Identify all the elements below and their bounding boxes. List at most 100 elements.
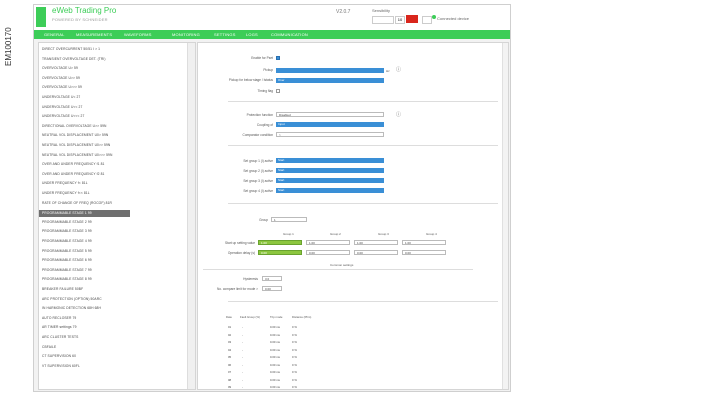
settings-panel: Enable for Pset Pickup Hz ⓘ Pickup for b…	[197, 42, 509, 390]
tree-item[interactable]: UNDER FREQUENCY f< 81L	[42, 181, 88, 188]
row1-cell[interactable]: 1.00	[402, 240, 446, 245]
grp4-bar[interactable]: Start	[276, 188, 384, 193]
section-label: Common settings	[330, 263, 354, 267]
menu-measurements[interactable]: MEASUREMENTS	[76, 32, 112, 37]
tree-item[interactable]: OVERVOLTAGE U> 59	[42, 66, 78, 73]
grp2-bar[interactable]: Start	[276, 168, 384, 173]
tree-item[interactable]: NEUTRAL VOL DISPLACEMENT U0>> 59N	[42, 143, 110, 150]
table-cell: 0.00 ms	[270, 377, 280, 382]
tree-item[interactable]: PROGRAMMABLE STAGE 4 99	[42, 239, 92, 246]
enable-label: Enable for Pset	[251, 56, 273, 60]
tree-item[interactable]: OVER AND UNDER FREQUENCY f2 81	[42, 172, 104, 179]
pt-bar[interactable]: Over	[276, 78, 384, 83]
pickup-info-icon[interactable]: ⓘ	[396, 66, 401, 73]
table-cell: 0 %	[292, 325, 297, 329]
table-cell: -	[242, 347, 243, 352]
prot-func-dropdown[interactable]: Disabled	[276, 112, 384, 117]
menu-communication[interactable]: COMMUNICATION	[271, 32, 308, 37]
grp1-bar[interactable]: Start	[276, 158, 384, 163]
tree-item[interactable]: CT SUPERVISION 60	[42, 354, 76, 361]
tree-item[interactable]: PROGRAMMABLE STAGE 1 99	[39, 210, 130, 218]
table-cell: 06	[228, 362, 232, 367]
row1-cell[interactable]: 1.00	[306, 240, 350, 245]
row2-cell[interactable]: 0.00	[354, 250, 398, 255]
table-cell: -	[242, 340, 243, 344]
row2-cell[interactable]: 0.00	[306, 250, 350, 255]
tree-item[interactable]: OVERVOLTAGE U>> 59	[42, 76, 80, 83]
tree-item[interactable]: TRANSIENT OVERVOLTAGE DET. (TRI)	[42, 57, 106, 64]
table-cell: 0.00 ms	[270, 325, 280, 329]
row1-label: Start up setting value	[225, 241, 255, 245]
tree-item[interactable]: UNDERVOLTAGE U< 27	[42, 95, 80, 102]
tree-item[interactable]: PROGRAMMABLE STAGE 3 99	[42, 229, 92, 236]
row2-cell[interactable]: 0.00	[402, 250, 446, 255]
tree-scrollbar[interactable]	[187, 43, 195, 389]
tree-item[interactable]: UNDER FREQUENCY f<< 81L	[42, 191, 90, 198]
tree-item[interactable]: RATE OF CHANGE OF FREQ (ROCOF) 81R	[42, 201, 112, 208]
tree-item[interactable]: OVERVOLTAGE U>>> 59	[42, 85, 82, 92]
tree-item[interactable]: PROGRAMMABLE STAGE 2 99	[42, 220, 92, 227]
pickup-bar[interactable]	[276, 68, 384, 73]
table-cell: -	[242, 362, 243, 367]
tree-item[interactable]: AR TIMER settings 79	[42, 325, 77, 332]
menu-monitoring[interactable]: MONITORING	[172, 32, 200, 37]
row1-cell[interactable]: 1.00	[258, 240, 302, 245]
options-dropdown[interactable]	[422, 16, 432, 24]
tree-item[interactable]: UNDERVOLTAGE U<<< 27	[42, 114, 84, 121]
table-cell: -	[242, 325, 243, 329]
timing-label: Timing flag	[257, 89, 273, 93]
table-cell: 09	[228, 385, 232, 389]
table-cell: 0 %	[292, 385, 297, 389]
tree-item[interactable]: BREAKER FAILURE 50BF	[42, 287, 83, 294]
title-bar: eWeb Trading Pro POWERED BY SCHNEIDER V2…	[34, 5, 510, 30]
version-label: V2.0.7	[336, 9, 351, 15]
comparator-dropdown[interactable]: >	[276, 132, 384, 137]
table-cell: 0 %	[292, 340, 297, 344]
app-title: eWeb Trading Pro	[52, 6, 117, 15]
tree-item[interactable]: PROGRAMMABLE STAGE 5 99	[42, 249, 92, 256]
figure-id: EM100170	[4, 27, 13, 66]
timing-checkbox[interactable]	[276, 89, 280, 93]
tree-item[interactable]: PROGRAMMABLE STAGE 8 99	[42, 277, 92, 284]
toolbar-value-box[interactable]: 10	[395, 16, 405, 24]
hysteresis-field[interactable]: 3.0	[262, 276, 282, 281]
tree-item[interactable]: AUTO RECLOSER 79	[42, 316, 76, 323]
tree-item[interactable]: IN HARMONIC DETECTION 68H 68H	[42, 306, 101, 313]
prot-func-label: Protection function	[246, 113, 273, 117]
stop-button[interactable]	[406, 15, 418, 23]
row1-cell[interactable]: 1.00	[354, 240, 398, 245]
tree-item[interactable]: PROGRAMMABLE STAGE 6 99	[42, 258, 92, 265]
grp4-label: Set group 4 (I) active	[243, 189, 273, 193]
tree-item[interactable]: OVER AND UNDER FREQUENCY f1 81	[42, 162, 104, 169]
tree-item[interactable]: PROGRAMMABLE STAGE 7 99	[42, 268, 92, 275]
row2-cell[interactable]: 0.00	[258, 250, 302, 255]
group-header: Group 3	[378, 232, 389, 236]
enable-checkbox[interactable]	[276, 56, 280, 60]
menu-logs[interactable]: LOGS	[246, 32, 258, 37]
table-cell: 0.00 ms	[270, 355, 280, 359]
grp3-bar[interactable]: Start	[276, 178, 384, 183]
coupling-bar[interactable]: Input	[276, 122, 384, 127]
prot-info-icon[interactable]: ⓘ	[396, 111, 401, 118]
tree-item[interactable]: UNDERVOLTAGE U<< 27	[42, 105, 82, 112]
panel-scrollbar[interactable]	[502, 43, 508, 389]
table-cell: 01	[228, 325, 232, 329]
tree-item[interactable]: CBFAILE	[42, 345, 56, 352]
tree-item[interactable]: VT SUPERVISION 60FL	[42, 364, 80, 371]
menu-waveforms[interactable]: WAVEFORMS	[124, 32, 152, 37]
toolbar-dropdown[interactable]	[372, 16, 394, 24]
hysteresis-label: Hysteresis	[243, 277, 258, 281]
menu-general[interactable]: GENERAL	[44, 32, 65, 37]
nocompare-field[interactable]: 0.00	[262, 286, 282, 291]
tree-item[interactable]: DIRECTIONAL OVERVOLTAGE U>> 59N	[42, 124, 107, 131]
tree-item[interactable]: ARC CLUSTER TESTS	[42, 335, 78, 342]
tree-item[interactable]: NEUTRAL VOL DISPLACEMENT U0>>> 59N	[42, 153, 112, 160]
tree-item[interactable]: DIRECT OVERCURRENT 50/51 I > 1	[42, 47, 100, 54]
tree-item[interactable]: NEUTRAL VOL DISPLACEMENT U0> 59N	[42, 133, 108, 140]
group-dropdown[interactable]: 1	[271, 217, 307, 222]
menu-settings[interactable]: SETTINGS	[214, 32, 236, 37]
table-cell: 07	[228, 370, 232, 374]
table-cell: 0 %	[292, 362, 297, 367]
section-line	[203, 269, 473, 270]
tree-item[interactable]: ARC PROTECTION (OPTION) 50ARC	[42, 297, 102, 304]
